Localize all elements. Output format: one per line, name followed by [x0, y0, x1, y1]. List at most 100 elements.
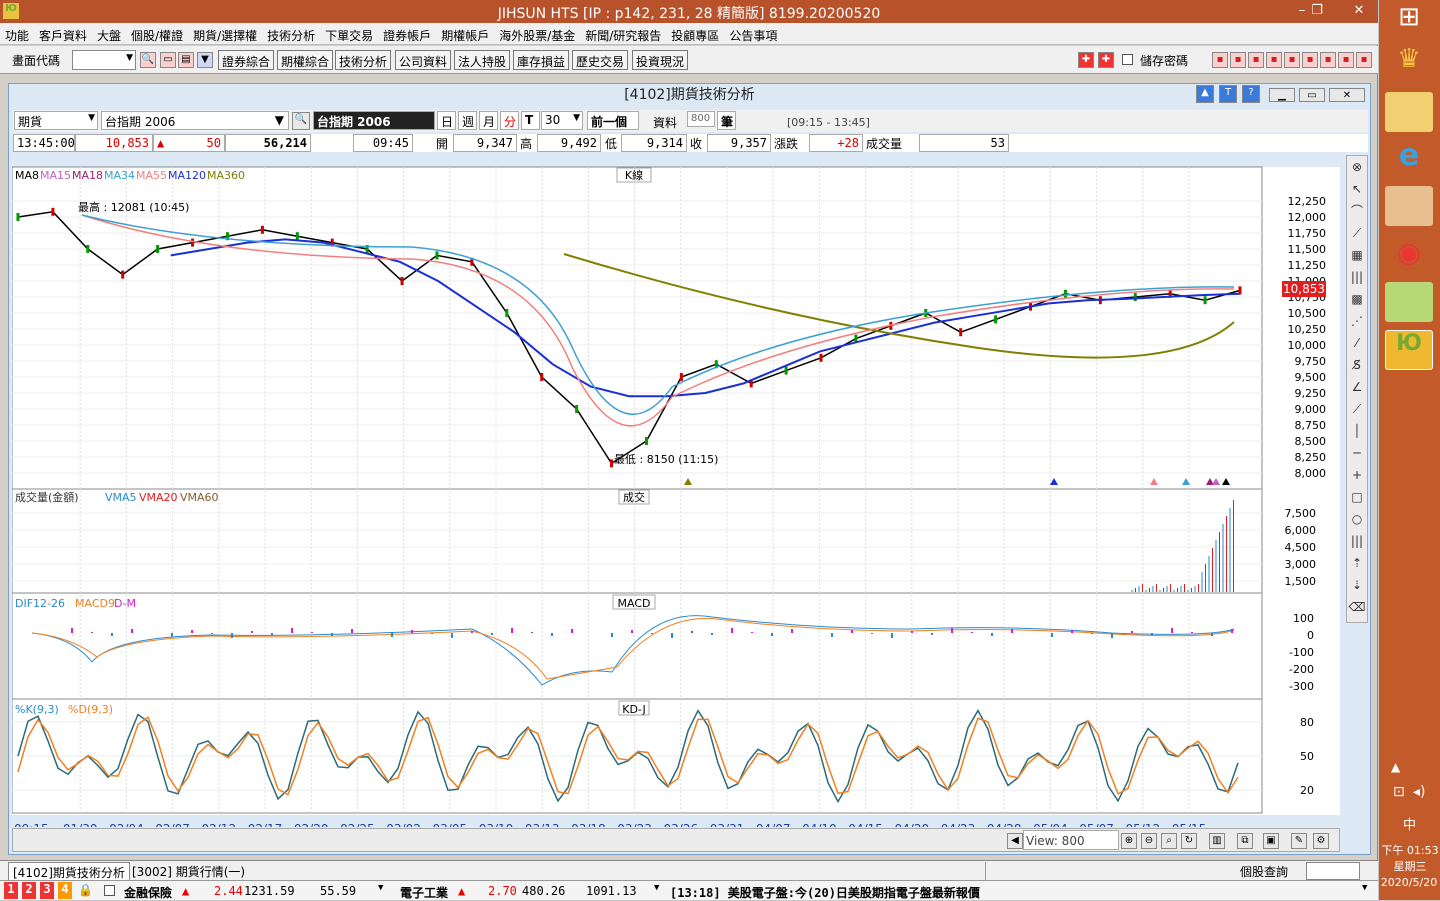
close-tool-icon[interactable]: ▪ [1212, 52, 1228, 68]
zoom-in-icon[interactable]: ⊕ [1121, 833, 1137, 849]
help-icon[interactable]: ? [1242, 85, 1260, 103]
drawing-tool-4-icon[interactable]: ▦ [1347, 244, 1367, 266]
chevron-down-icon[interactable]: ▼ [654, 883, 659, 893]
screen-code-input[interactable]: ▼ [72, 50, 136, 70]
menu-item-2[interactable]: 大盤 [92, 23, 126, 44]
drawing-tool-18-icon[interactable]: ⇡ [1347, 552, 1367, 574]
print-tool-icon[interactable]: ▪ [1230, 52, 1246, 68]
view-count[interactable]: View: 800 [1023, 830, 1119, 850]
dropdown-icon[interactable]: ▼ [197, 52, 213, 68]
copy-icon[interactable]: ⧉ [1237, 833, 1253, 849]
pen-icon[interactable]: ✎ [1291, 833, 1307, 849]
slot-1-button[interactable]: 1 [4, 882, 18, 899]
toolbar-button-4[interactable]: 法人持股 [454, 50, 511, 70]
toolbar-button-3[interactable]: 公司資料 [395, 50, 452, 70]
search-icon[interactable]: 🔍 [292, 112, 310, 130]
screen-icon[interactable]: ▭ [160, 52, 176, 68]
chevron-down-icon[interactable]: ▼ [1362, 883, 1367, 893]
indicator-icon[interactable]: ▥ [1209, 833, 1225, 849]
toolbar-button-1[interactable]: 期權綜合 [277, 50, 334, 70]
close-button[interactable]: ✕ [1340, 0, 1378, 23]
grid-tool-icon[interactable]: ▪ [1338, 52, 1354, 68]
save-password-checkbox[interactable] [1122, 54, 1133, 65]
exit-tool-icon[interactable]: ▪ [1356, 52, 1372, 68]
volume-icon[interactable]: ◂) [1413, 784, 1426, 800]
paint-icon[interactable] [1385, 186, 1433, 226]
toolbar-button-7[interactable]: 投資現況 [632, 50, 689, 70]
drawing-tool-20-icon[interactable]: ⌫ [1347, 596, 1367, 618]
previous-button[interactable]: 前一個 [587, 111, 639, 130]
window-tool-icon[interactable]: ▪ [1248, 52, 1264, 68]
technical-chart[interactable]: 09:15 01/30 02/04 02/07 02/12 02/17 02/20 02/25… [12, 155, 1340, 827]
inner-maximize-button[interactable]: ▭ [1299, 88, 1325, 102]
menu-item-3[interactable]: 個股/權證 [126, 23, 188, 44]
lock-icon[interactable]: 🔒 [78, 883, 93, 897]
search-icon[interactable]: 🔍 [140, 52, 156, 68]
chrome-icon[interactable]: ◉ [1385, 236, 1433, 276]
print-icon[interactable]: ▤ [178, 52, 194, 68]
menu-item-10[interactable]: 新聞/研究報告 [580, 23, 666, 44]
plus-icon-2[interactable]: ✚ [1098, 52, 1114, 68]
jihsun-app-icon[interactable]: Ю [1385, 330, 1433, 370]
inner-minimize-button[interactable]: ▁ [1269, 88, 1295, 102]
windows-start-icon[interactable]: ⊞ [1385, 2, 1433, 42]
save-tool-icon[interactable]: ▪ [1266, 52, 1282, 68]
drawing-tool-14-icon[interactable]: + [1347, 464, 1367, 486]
drawing-tool-0-icon[interactable]: ⊗ [1347, 156, 1367, 178]
news-ticker[interactable]: [13:18] 美股電子盤:今(20)日美股期指電子盤最新報價 [670, 884, 980, 901]
slot-4-button[interactable]: 4 [58, 882, 72, 899]
menu-item-12[interactable]: 公告事項 [724, 23, 782, 44]
period-select[interactable]: 30 ▼ [541, 111, 583, 130]
slot-3-button[interactable]: 3 [40, 882, 54, 899]
inner-close-button[interactable]: ✕ [1329, 88, 1365, 102]
ticker-checkbox[interactable] [104, 885, 115, 896]
network-icon[interactable]: ⊡ [1393, 784, 1405, 800]
symbol-select[interactable]: 台指期 2006 ▼ [101, 111, 289, 130]
clock-time[interactable]: 下午 01:53 [1381, 842, 1439, 858]
zoom-out-icon[interactable]: ⊖ [1141, 833, 1157, 849]
data-count-input[interactable]: 800 [687, 111, 715, 127]
menu-item-0[interactable]: 功能 [0, 23, 34, 44]
tab-3002[interactable]: [3002] 期貨行情(一) [128, 862, 249, 881]
text-icon[interactable]: T [1219, 85, 1237, 103]
export-tool-icon[interactable]: ▪ [1320, 52, 1336, 68]
weekly-button[interactable]: 週 [458, 111, 477, 130]
magnify-icon[interactable]: ⌕ [1161, 833, 1177, 849]
drawing-tool-10-icon[interactable]: ∠ [1347, 376, 1367, 398]
drawing-tool-17-icon[interactable]: ||| [1347, 530, 1367, 552]
plus-icon[interactable]: ✚ [1078, 52, 1094, 68]
ime-indicator[interactable]: 中 [1403, 814, 1416, 833]
monthly-button[interactable]: 月 [479, 111, 498, 130]
drawing-tool-11-icon[interactable]: ⟋ [1347, 398, 1367, 420]
drawing-tool-13-icon[interactable]: ─ [1347, 442, 1367, 464]
minute-button[interactable]: 分 [500, 111, 519, 130]
notes-icon[interactable] [1385, 282, 1433, 322]
toolbar-button-0[interactable]: 證券綜合 [218, 50, 275, 70]
settings-icon[interactable]: ⚙ [1313, 833, 1329, 849]
toolbar-button-2[interactable]: 技術分析 [335, 50, 392, 70]
file-explorer-icon[interactable] [1385, 92, 1433, 132]
crown-icon[interactable]: ♛ [1385, 44, 1433, 84]
toolbar-button-5[interactable]: 庫存損益 [513, 50, 570, 70]
menu-item-9[interactable]: 海外股票/基金 [494, 23, 580, 44]
drawing-tool-2-icon[interactable]: ⌒ [1347, 200, 1367, 222]
refresh-icon[interactable]: ↻ [1181, 833, 1197, 849]
drawing-tool-6-icon[interactable]: ▩ [1347, 288, 1367, 310]
internet-explorer-icon[interactable]: e [1385, 138, 1433, 178]
drawing-tool-7-icon[interactable]: ⋰ [1347, 310, 1367, 332]
drawing-tool-3-icon[interactable]: ⟋ [1347, 222, 1367, 244]
drawing-tool-8-icon[interactable]: ⁄ [1347, 332, 1367, 354]
drawing-tool-5-icon[interactable]: ||| [1347, 266, 1367, 288]
drawing-tool-1-icon[interactable]: ↖ [1347, 178, 1367, 200]
drawing-tool-15-icon[interactable]: □ [1347, 486, 1367, 508]
drawing-tool-9-icon[interactable]: S̸ [1347, 354, 1367, 376]
menu-item-8[interactable]: 期權帳戶 [436, 23, 494, 44]
maximize-button[interactable]: ❐ [1302, 0, 1332, 23]
text-tool-icon[interactable]: ▪ [1284, 52, 1300, 68]
tick-button[interactable]: T [521, 111, 540, 130]
up-arrow-icon[interactable]: ▲ [1196, 85, 1214, 103]
window-icon[interactable]: ▣ [1263, 833, 1279, 849]
menu-item-11[interactable]: 投顧專區 [666, 23, 724, 44]
chevron-up-icon[interactable]: ▲ [1391, 760, 1400, 774]
menu-item-6[interactable]: 下單交易 [320, 23, 378, 44]
